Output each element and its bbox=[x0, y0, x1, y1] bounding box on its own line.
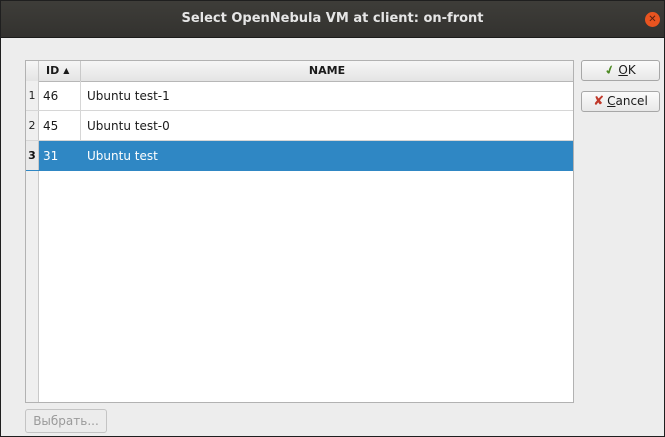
column-header-id[interactable]: ID ▲ bbox=[39, 61, 81, 81]
cell-name[interactable]: Ubuntu test bbox=[81, 141, 158, 170]
sort-ascending-icon: ▲ bbox=[63, 66, 70, 75]
row-number[interactable]: 1 bbox=[26, 81, 39, 110]
cross-icon: ✘ bbox=[593, 94, 605, 109]
cell-id[interactable]: 31 bbox=[39, 141, 81, 170]
cell-name[interactable]: Ubuntu test-0 bbox=[81, 111, 170, 140]
cell-id[interactable]: 46 bbox=[39, 81, 81, 110]
table-row[interactable]: 1 46 Ubuntu test-1 bbox=[26, 81, 573, 111]
table-row[interactable]: 2 45 Ubuntu test-0 bbox=[26, 111, 573, 141]
checkmark-icon: ✔ bbox=[603, 61, 618, 79]
row-number-gutter bbox=[26, 171, 39, 402]
table-row-selected[interactable]: 3 31 Ubuntu test bbox=[26, 141, 573, 171]
dialog-title: Select OpenNebula VM at client: on-front bbox=[181, 11, 484, 26]
row-number[interactable]: 2 bbox=[26, 111, 39, 140]
ok-label-rest: K bbox=[627, 63, 636, 77]
cancel-label-rest: ancel bbox=[615, 94, 648, 108]
row-number[interactable]: 3 bbox=[26, 141, 39, 170]
cancel-mnemonic: C bbox=[607, 94, 616, 108]
cancel-button[interactable]: ✘ Cancel bbox=[581, 91, 660, 112]
column-header-name[interactable]: NAME bbox=[81, 61, 573, 81]
select-button[interactable]: Выбрать... bbox=[25, 409, 107, 433]
table-header: ID ▲ NAME bbox=[26, 61, 573, 82]
cell-name[interactable]: Ubuntu test-1 bbox=[81, 81, 170, 110]
cell-id[interactable]: 45 bbox=[39, 111, 81, 140]
ok-button[interactable]: ✔OK bbox=[581, 60, 660, 81]
title-bar[interactable]: Select OpenNebula VM at client: on-front… bbox=[1, 1, 664, 38]
close-icon[interactable]: ✕ bbox=[645, 12, 660, 27]
ok-mnemonic: O bbox=[618, 63, 628, 77]
dialog-window: Select OpenNebula VM at client: on-front… bbox=[0, 0, 665, 437]
column-header-id-label: ID bbox=[46, 64, 60, 77]
header-corner[interactable] bbox=[26, 61, 39, 81]
vm-table: ID ▲ NAME 1 46 Ubuntu test-1 2 45 Ubuntu … bbox=[25, 60, 574, 403]
